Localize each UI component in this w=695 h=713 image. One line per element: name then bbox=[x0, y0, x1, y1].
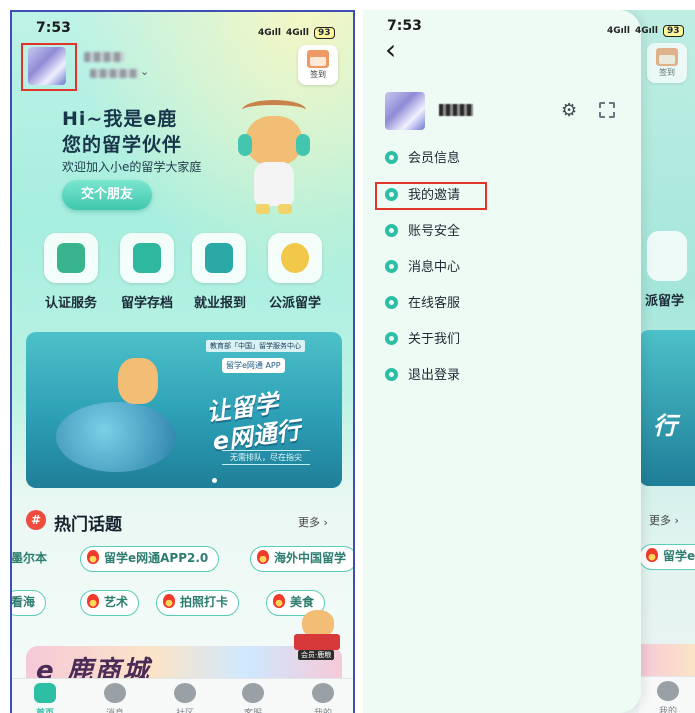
topics-title: 热门话题 bbox=[54, 515, 122, 535]
tab-profile[interactable]: 我的 bbox=[298, 683, 348, 713]
flame-icon bbox=[87, 594, 99, 608]
side-drawer: 7:53 ‹ ⚙ 会员信息 我的邀请 账号安全 消息中心 在线客服 关于我们 退… bbox=[363, 10, 641, 713]
status-time: 7:53 bbox=[387, 18, 422, 34]
checkin-button[interactable]: 签到 bbox=[298, 45, 338, 85]
user-id-blurred bbox=[90, 69, 138, 78]
topic-chip[interactable]: 留学e网通APP2.0 bbox=[80, 546, 220, 572]
archive-icon bbox=[133, 243, 161, 273]
topic-chip[interactable]: 拍照打卡 bbox=[156, 590, 240, 616]
headset-icon bbox=[242, 683, 264, 703]
banner-tagline: 无需排队，尽在指尖 bbox=[222, 450, 310, 465]
flame-icon bbox=[87, 550, 99, 564]
drawer-screen: 签到 派留学 行 更多 › 留学e 我的 7:53 ‹ ⚙ 会员信息 我的邀请 … bbox=[363, 10, 695, 713]
hashtag-icon: # bbox=[26, 510, 46, 530]
profile-icon bbox=[312, 683, 334, 703]
tab-bar-peek: 我的 bbox=[639, 676, 695, 713]
hero-title-1: Hi~我是e鹿 bbox=[62, 108, 178, 130]
deer-reading-sticker[interactable]: 会员·鹿粮 bbox=[292, 610, 342, 660]
service-employment-tile[interactable] bbox=[192, 233, 246, 283]
menu-member-info[interactable]: 会员信息 bbox=[385, 148, 460, 170]
menu-account-security[interactable]: 账号安全 bbox=[385, 221, 460, 243]
member-icon bbox=[385, 151, 398, 164]
menu-about-us[interactable]: 关于我们 bbox=[385, 329, 460, 351]
topics-more-peek: 更多 › bbox=[649, 514, 679, 527]
banner-peek: 行 bbox=[639, 330, 695, 486]
hero-title-2: 您的留学伙伴 bbox=[62, 134, 183, 156]
flame-icon bbox=[257, 550, 269, 564]
drawer-avatar[interactable] bbox=[385, 92, 425, 130]
banner-pager-dot bbox=[212, 478, 217, 483]
profile-icon bbox=[657, 681, 679, 701]
tab-messages[interactable]: 消息 bbox=[90, 683, 140, 713]
home-screen: 7:53 4Gıll 4Gıll 93 ⌄ 签到 Hi~我是e鹿 您的留学伙伴 … bbox=[10, 10, 355, 713]
topic-chip[interactable]: 看海 bbox=[12, 590, 47, 616]
shield-icon bbox=[385, 224, 398, 237]
banner-deer-illustration bbox=[118, 358, 158, 404]
username-blurred bbox=[84, 52, 124, 62]
menu-logout[interactable]: 退出登录 bbox=[385, 365, 460, 387]
bottom-tab-bar: 首页 消息 社区 客服 我的 bbox=[12, 678, 353, 713]
signal-icon: 4G bbox=[258, 28, 272, 38]
status-icons: 4Gıll 4Gıll 93 bbox=[607, 18, 684, 37]
employment-tag-icon bbox=[205, 243, 233, 273]
service-label-public-study: 公派留学 bbox=[268, 296, 321, 311]
service-certification-tile[interactable] bbox=[44, 233, 98, 283]
banner-app-badge: 留学e网通 APP bbox=[222, 358, 285, 373]
status-time: 7:53 bbox=[36, 20, 71, 36]
info-icon bbox=[385, 332, 398, 345]
hero-subtitle: 欢迎加入小e的留学大家庭 bbox=[62, 160, 202, 174]
menu-online-support[interactable]: 在线客服 bbox=[385, 293, 460, 315]
avatar[interactable] bbox=[28, 47, 66, 85]
topic-chip[interactable]: 海外中国留学 bbox=[250, 546, 353, 572]
globe-illustration bbox=[56, 402, 176, 472]
scan-icon[interactable] bbox=[599, 102, 615, 118]
settings-gear-icon[interactable]: ⚙ bbox=[561, 100, 577, 121]
menu-my-invites[interactable]: 我的邀请 bbox=[385, 185, 460, 207]
flame-icon bbox=[273, 594, 285, 608]
planet-icon bbox=[174, 683, 196, 703]
service-archive-tile[interactable] bbox=[120, 233, 174, 283]
certification-icon bbox=[57, 243, 85, 273]
power-icon bbox=[385, 368, 398, 381]
topics-more-link[interactable]: 更多 › bbox=[298, 514, 328, 530]
invite-icon bbox=[385, 188, 398, 201]
status-icons: 4Gıll 4Gıll 93 bbox=[258, 20, 335, 39]
service-label-employment: 就业报到 bbox=[193, 296, 246, 311]
topic-chip[interactable]: 墨尔本 bbox=[12, 546, 58, 572]
services-peek-label: 派留学 bbox=[645, 294, 685, 309]
calendar-icon bbox=[307, 50, 329, 68]
bell-icon bbox=[385, 260, 398, 273]
promo-banner[interactable]: 教育部「中国」留学服务中心 留学e网通 APP 让留学 e网通行 无需排队，尽在… bbox=[26, 332, 342, 488]
tab-community[interactable]: 社区 bbox=[160, 683, 210, 713]
topic-chip[interactable]: 艺术 bbox=[80, 590, 140, 616]
deer-mascot-illustration bbox=[234, 100, 314, 220]
tab-home[interactable]: 首页 bbox=[20, 683, 70, 713]
home-icon bbox=[34, 683, 56, 703]
chat-icon bbox=[104, 683, 126, 703]
checkin-label: 签到 bbox=[310, 70, 326, 79]
service-label-certification: 认证服务 bbox=[44, 296, 97, 311]
signal-icon-2: 4G bbox=[286, 28, 300, 38]
battery-icon: 93 bbox=[663, 25, 684, 37]
service-label-archive: 留学存档 bbox=[120, 296, 173, 311]
planet-icon bbox=[281, 243, 309, 273]
topic-chip-peek: 留学e bbox=[639, 544, 695, 570]
make-friends-button[interactable]: 交个朋友 bbox=[62, 180, 152, 210]
username-blurred bbox=[439, 104, 473, 116]
service-tile-peek bbox=[647, 231, 687, 281]
checkin-button-peek: 签到 bbox=[647, 43, 687, 83]
calendar-icon bbox=[656, 48, 678, 66]
chat-support-icon bbox=[385, 296, 398, 309]
tab-support[interactable]: 客服 bbox=[228, 683, 278, 713]
menu-message-center[interactable]: 消息中心 bbox=[385, 257, 460, 279]
back-arrow-icon[interactable]: ‹ bbox=[385, 36, 396, 64]
banner-org: 教育部「中国」留学服务中心 bbox=[206, 340, 305, 352]
flame-icon bbox=[163, 594, 175, 608]
service-public-study-tile[interactable] bbox=[268, 233, 322, 283]
battery-icon: 93 bbox=[314, 27, 335, 39]
chevron-down-icon[interactable]: ⌄ bbox=[140, 65, 149, 78]
